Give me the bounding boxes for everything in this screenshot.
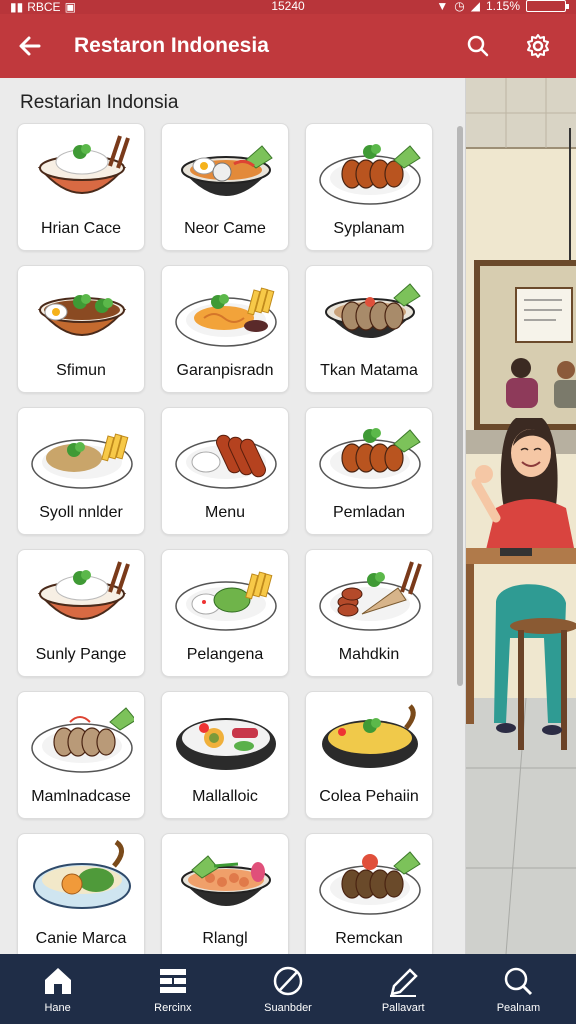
- grill-plate-image: [319, 561, 422, 631]
- battery-text: 1.15%: [485, 0, 520, 13]
- menu-card-label: Remckan: [335, 930, 403, 947]
- beef-plate-image: [31, 707, 134, 773]
- menu-card[interactable]: Syoll nnlder: [17, 407, 145, 535]
- restaurant-scene-image: [466, 78, 576, 954]
- menu-card-label: Mahdkin: [338, 646, 400, 663]
- grid-icon: [159, 969, 186, 993]
- mix-bowl-image: [181, 855, 271, 906]
- menu-card-label: Mallalloic: [192, 788, 258, 805]
- pen-icon: [390, 968, 418, 997]
- menu-panel: Restarian Indonsia Hrian Cace Neor Came Sy…: [0, 78, 466, 954]
- menu-card-label: Garanpisradn: [176, 362, 274, 379]
- noodle-plate-image: [175, 287, 277, 347]
- menu-card[interactable]: Remckan: [305, 833, 433, 954]
- menu-card-label: Sunly Pange: [35, 646, 127, 663]
- menu-card[interactable]: Sunly Pange: [17, 549, 145, 677]
- wifi-icon: ▼: [436, 0, 449, 13]
- nav-item[interactable]: Pallavart: [346, 954, 461, 1024]
- rice-bowl-image: [37, 561, 130, 620]
- menu-card[interactable]: Menu: [161, 407, 289, 535]
- menu-card-label: Hrian Cace: [40, 220, 122, 237]
- curry-egg-bowl-image: [37, 294, 127, 336]
- back-button[interactable]: [0, 14, 60, 78]
- back-arrow-icon: [19, 36, 41, 56]
- beef-bowl-image: [325, 283, 421, 338]
- search-icon: [467, 35, 489, 57]
- nav-item[interactable]: Rercinx: [115, 954, 230, 1024]
- menu-card[interactable]: Pelangena: [161, 549, 289, 677]
- scrollbar[interactable]: [457, 126, 463, 686]
- settings-icon: [527, 34, 549, 58]
- menu-card-label: Tkan Matama: [320, 362, 418, 379]
- search-button[interactable]: [458, 26, 498, 66]
- status-bar: ▮▮ RBCE ▣ 15240 ▼ ◷ ◢ 1.15%: [0, 0, 576, 14]
- menu-card-label: Neor Came: [184, 220, 266, 237]
- menu-card[interactable]: Mahdkin: [305, 549, 433, 677]
- rendang-plate-image: [319, 851, 421, 915]
- menu-card[interactable]: Garanpisradn: [161, 265, 289, 393]
- menu-card[interactable]: Canie Marca: [17, 833, 145, 954]
- app-title: Restaron Indonesia: [74, 34, 269, 57]
- home-icon: [44, 968, 71, 994]
- rice-bowl-image: [37, 135, 130, 194]
- menu-card[interactable]: Rlangl: [161, 833, 289, 954]
- satay-plate-image: [319, 428, 421, 489]
- salad-bowl-image: [176, 718, 276, 770]
- menu-card-label: Rlangl: [202, 930, 248, 947]
- alarm-icon: ◷: [454, 0, 465, 13]
- menu-card-label: Mamlnadcase: [31, 788, 131, 805]
- nav-item-label: Hane: [44, 1002, 71, 1014]
- menu-card[interactable]: Pemladan: [305, 407, 433, 535]
- menu-card-label: Syplanam: [333, 220, 405, 237]
- bottom-nav: Hane Rercinx Suanbder Pallavart Pealnam: [0, 954, 576, 1024]
- menu-card[interactable]: Syplanam: [305, 123, 433, 251]
- battery-icon: [526, 0, 569, 12]
- menu-card[interactable]: Mamlnadcase: [17, 691, 145, 819]
- menu-grid: Hrian Cace Neor Came Syplanam Sfimun Garanpi…: [17, 123, 437, 954]
- menu-card-label: Pemladan: [332, 504, 406, 521]
- veg-rice-plate-image: [175, 571, 277, 631]
- search-icon: [505, 967, 533, 996]
- menu-card[interactable]: Tkan Matama: [305, 265, 433, 393]
- fried-rice-pan-image: [322, 704, 418, 768]
- menu-card-label: Canie Marca: [35, 930, 127, 947]
- restaurant-illustration: [466, 78, 576, 954]
- menu-card[interactable]: Sfimun: [17, 265, 145, 393]
- menu-card[interactable]: Mallalloic: [161, 691, 289, 819]
- menu-card[interactable]: Colea Pehaiin: [305, 691, 433, 819]
- nav-item-label: Rercinx: [154, 1002, 192, 1014]
- mixed-plate-image: [181, 145, 273, 196]
- menu-card-label: Pelangena: [186, 646, 264, 663]
- nav-item-label: Pallavart: [381, 1002, 425, 1014]
- status-right: ▼ ◷ ◢ 1.15%: [436, 0, 569, 13]
- veg-bowl-image: [33, 840, 131, 909]
- menu-card-label: Sfimun: [56, 362, 106, 379]
- nav-item[interactable]: Pealnam: [461, 954, 576, 1024]
- menu-card-label: Syoll nnlder: [39, 504, 123, 521]
- signal-strength-icon: ◢: [470, 0, 480, 13]
- menu-card-label: Colea Pehaiin: [319, 788, 419, 805]
- nav-item[interactable]: Hane: [0, 954, 115, 1024]
- menu-card[interactable]: Hrian Cace: [17, 123, 145, 251]
- slash-circle-icon: [273, 966, 303, 996]
- app-bar: Restaron Indonesia: [0, 14, 576, 78]
- menu-card-label: Menu: [204, 504, 246, 521]
- sausage-plate-image: [175, 434, 277, 489]
- menu-card[interactable]: Neor Came: [161, 123, 289, 251]
- nav-item-label: Suanbder: [264, 1002, 312, 1014]
- soup-plate-image: [31, 433, 133, 489]
- satay-plate-image: [319, 144, 421, 205]
- nav-item[interactable]: Suanbder: [230, 954, 345, 1024]
- settings-button[interactable]: [518, 26, 558, 66]
- nav-item-label: Pealnam: [496, 1002, 541, 1014]
- section-title: Restarian Indonsia: [20, 92, 179, 113]
